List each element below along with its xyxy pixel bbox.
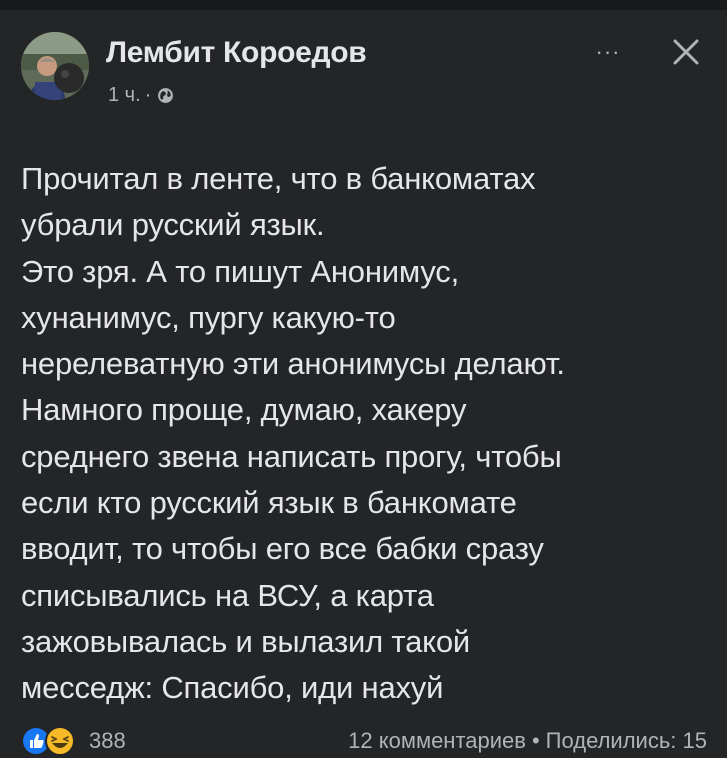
footer-stats: 12 комментариев • Поделились: 15 (348, 728, 707, 754)
avatar[interactable] (21, 32, 89, 100)
shares-link[interactable]: Поделились: 15 (546, 728, 707, 753)
close-icon[interactable] (668, 34, 704, 70)
globe-icon (158, 87, 174, 103)
more-options-button[interactable]: ··· (588, 39, 628, 64)
meta-separator: · (144, 83, 152, 106)
post-meta: 1 ч. · (108, 83, 174, 107)
haha-icon (45, 726, 75, 756)
avatar-photo (21, 32, 89, 100)
top-strip (0, 0, 727, 10)
reactions-icons[interactable] (22, 726, 82, 756)
comments-link[interactable]: 12 комментариев (348, 728, 526, 753)
author-name[interactable]: Лембит Короедов (106, 36, 367, 70)
reaction-count[interactable]: 388 (89, 728, 126, 754)
post-time[interactable]: 1 ч. (108, 84, 141, 107)
footer-dot: • (531, 728, 540, 753)
post-text: Прочитал в ленте, что в банкоматах убрал… (21, 161, 565, 706)
post-card: Лембит Короедов 1 ч. · ··· Прочитал в ле… (0, 10, 727, 756)
post-footer: 388 12 комментариев • Поделились: 15 (0, 722, 727, 758)
